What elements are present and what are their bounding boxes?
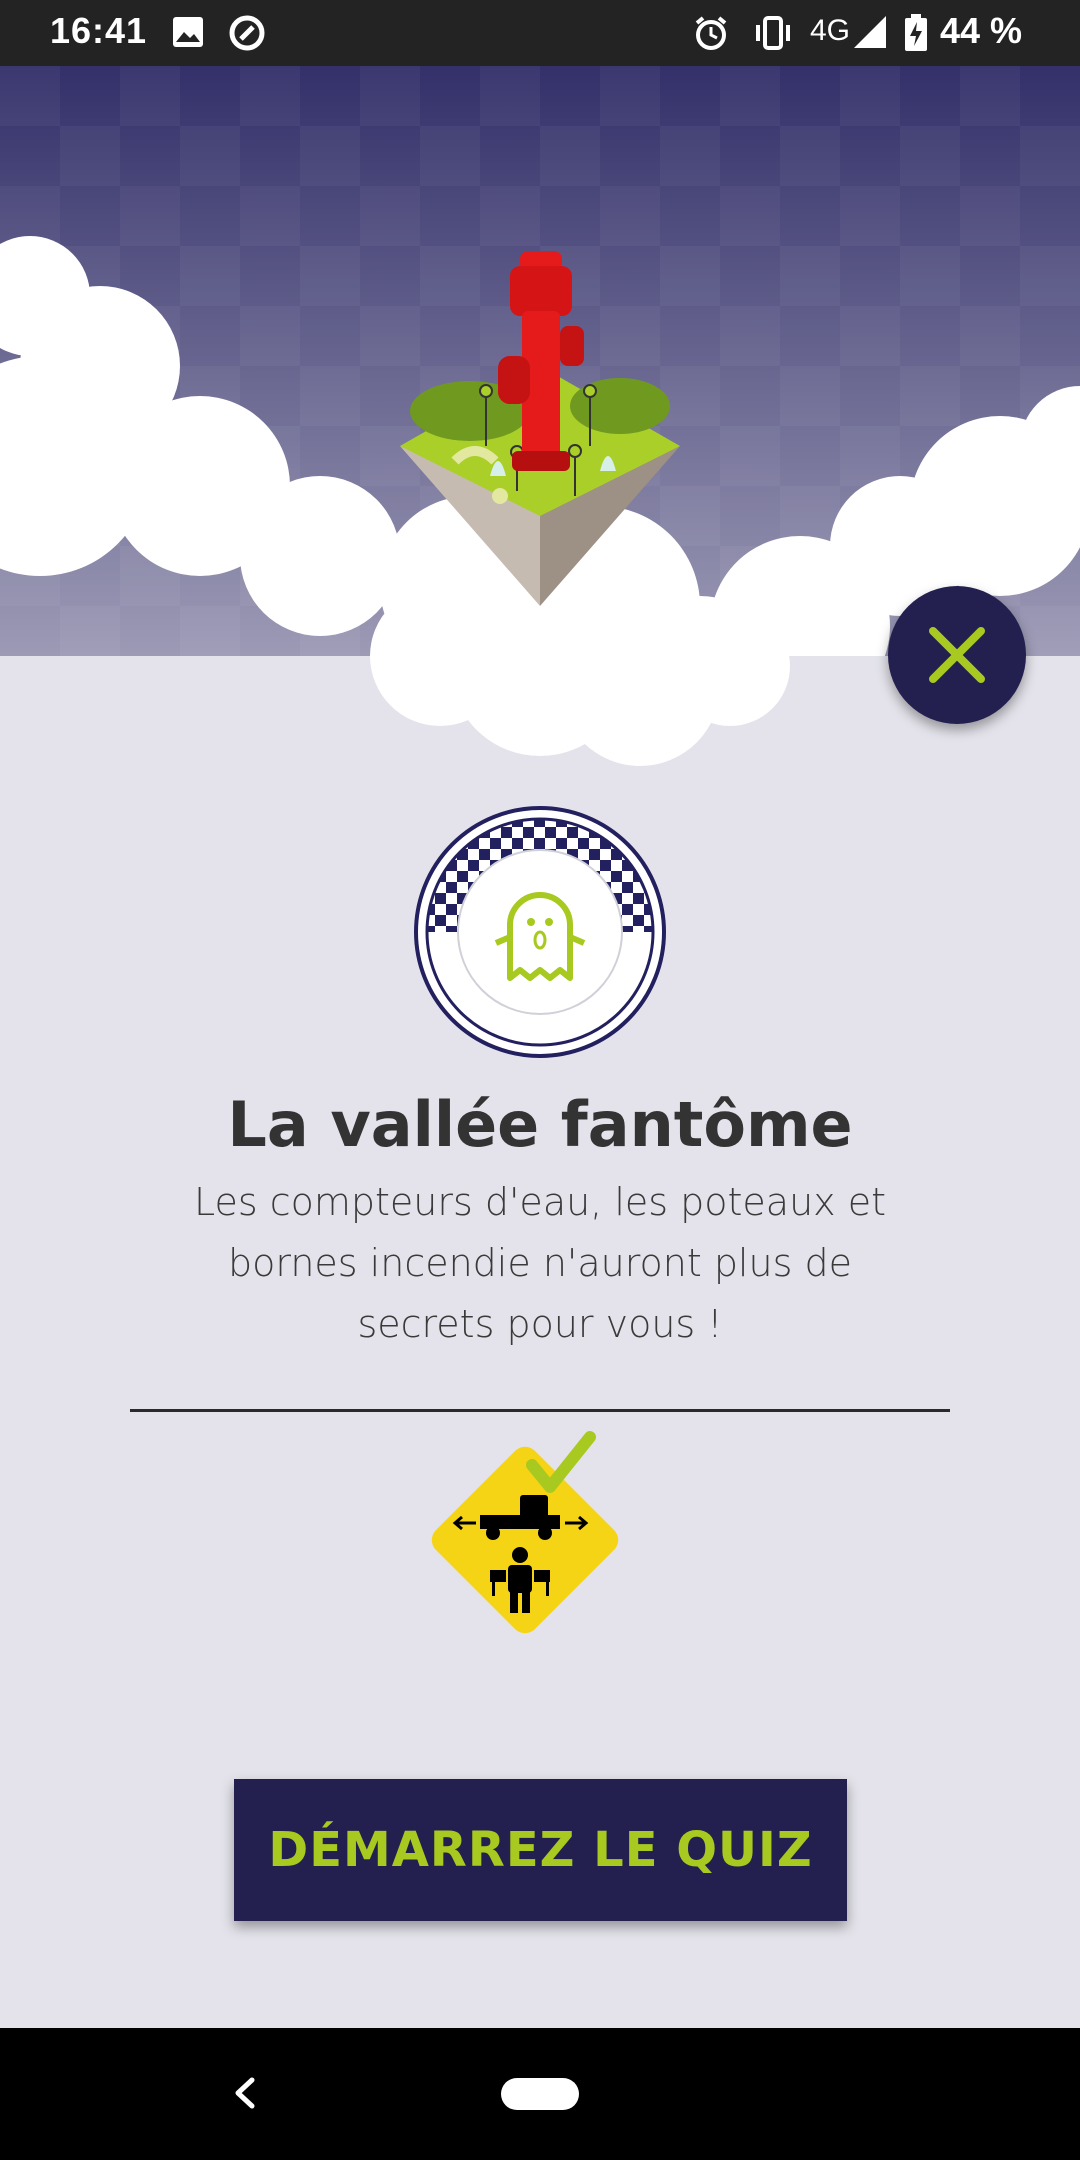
back-icon[interactable] <box>220 2068 270 2118</box>
navigation-bar <box>0 2028 1080 2160</box>
truck-worker-sign-icon <box>431 1431 619 1634</box>
status-time: 16:41 <box>50 10 148 51</box>
battery-charging-icon <box>905 14 927 51</box>
status-bar: 16:41 4G 44 % <box>0 0 1080 66</box>
alarm-icon <box>695 16 727 50</box>
network-type: 4G <box>810 14 851 47</box>
image-icon <box>173 17 203 47</box>
divider <box>130 1409 950 1412</box>
start-quiz-button[interactable]: DÉMARREZ LE QUIZ <box>234 1779 847 1921</box>
battery-percentage: 44 % <box>940 10 1023 51</box>
close-icon <box>929 627 985 683</box>
level-description: Les compteurs d'eau, les poteaux et born… <box>193 1180 887 1346</box>
level-title: La vallée fantôme <box>227 1088 853 1161</box>
sync-icon <box>229 15 265 51</box>
level-badge <box>414 806 666 1058</box>
vibrate-icon <box>756 16 790 50</box>
signal-icon <box>854 16 886 48</box>
home-pill-icon[interactable] <box>501 2078 579 2110</box>
close-button[interactable] <box>888 586 1026 724</box>
